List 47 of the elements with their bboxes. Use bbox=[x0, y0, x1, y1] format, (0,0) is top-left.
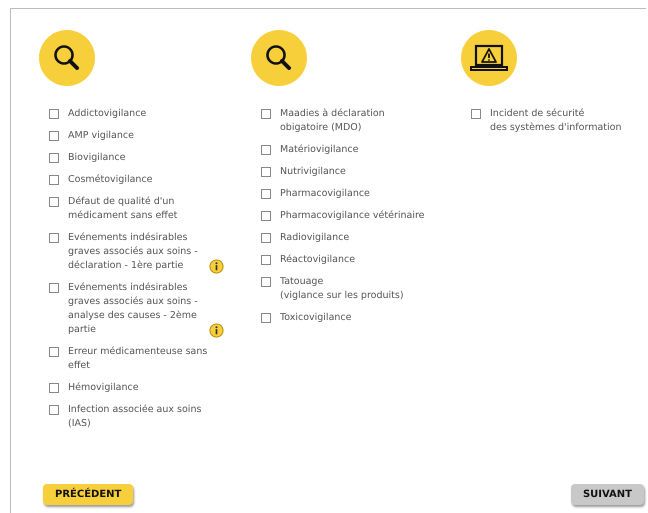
checkbox[interactable] bbox=[49, 153, 59, 163]
option-label: Evénements indésirables graves associés aux soins - déclaration - 1ère partie bbox=[68, 231, 199, 273]
checkbox[interactable] bbox=[49, 405, 59, 415]
option-label: Hémovigilance bbox=[68, 381, 139, 395]
checkbox[interactable] bbox=[471, 109, 481, 119]
option-label: Addictovigilance bbox=[68, 107, 146, 121]
checkbox[interactable] bbox=[261, 277, 271, 287]
checkbox[interactable] bbox=[49, 109, 59, 119]
search-icon bbox=[251, 30, 307, 86]
checkbox[interactable] bbox=[49, 383, 59, 393]
option-label: AMP vigilance bbox=[68, 129, 134, 143]
info-icon[interactable] bbox=[209, 259, 224, 274]
option-label: Défaut de qualité d'un médicament sans effet bbox=[68, 195, 178, 223]
checkbox[interactable] bbox=[261, 145, 271, 155]
option-label: Pharmacovigilance vétérinaire bbox=[280, 209, 425, 223]
search-icon bbox=[39, 30, 95, 86]
checkbox[interactable] bbox=[49, 131, 59, 141]
checkbox[interactable] bbox=[261, 189, 271, 199]
option-label: Matériovigilance bbox=[280, 143, 358, 157]
checkbox[interactable] bbox=[49, 175, 59, 185]
option-label: Toxicovigilance bbox=[280, 311, 352, 325]
checkbox[interactable] bbox=[49, 347, 59, 357]
option-label: Maadies à déclaration obigatoire (MDO) bbox=[280, 107, 385, 135]
checkbox[interactable] bbox=[261, 109, 271, 119]
next-button[interactable]: SUIVANT bbox=[570, 484, 644, 505]
checkbox[interactable] bbox=[49, 283, 59, 293]
checkbox[interactable] bbox=[261, 233, 271, 243]
checkbox[interactable] bbox=[261, 313, 271, 323]
laptop-warning-icon bbox=[461, 30, 517, 86]
option-label: Infection associée aux soins (IAS) bbox=[68, 403, 202, 431]
checkbox[interactable] bbox=[49, 197, 59, 207]
option-label: Incident de sécurité des systèmes d'information bbox=[490, 107, 622, 135]
option-label: Cosmétovigilance bbox=[68, 173, 153, 187]
option-label: Radiovigilance bbox=[280, 231, 350, 245]
option-label: Tatouage (viglance sur les produits) bbox=[280, 275, 404, 303]
checkbox[interactable] bbox=[261, 211, 271, 221]
previous-button[interactable]: PRÉCÉDENT bbox=[43, 484, 134, 505]
info-icon[interactable] bbox=[209, 323, 224, 338]
option-label: Evénements indésirables graves associés aux soins - analyse des causes - 2ème partie bbox=[68, 281, 199, 337]
option-label: Nutrivigilance bbox=[280, 165, 346, 179]
option-label: Pharmacovigilance bbox=[280, 187, 370, 201]
checkbox[interactable] bbox=[261, 167, 271, 177]
checkbox[interactable] bbox=[49, 233, 59, 243]
checkbox[interactable] bbox=[261, 255, 271, 265]
option-label: Erreur médicamenteuse sans effet bbox=[68, 345, 208, 373]
option-label: Réactovigilance bbox=[280, 253, 356, 267]
option-label: Biovigilance bbox=[68, 151, 126, 165]
